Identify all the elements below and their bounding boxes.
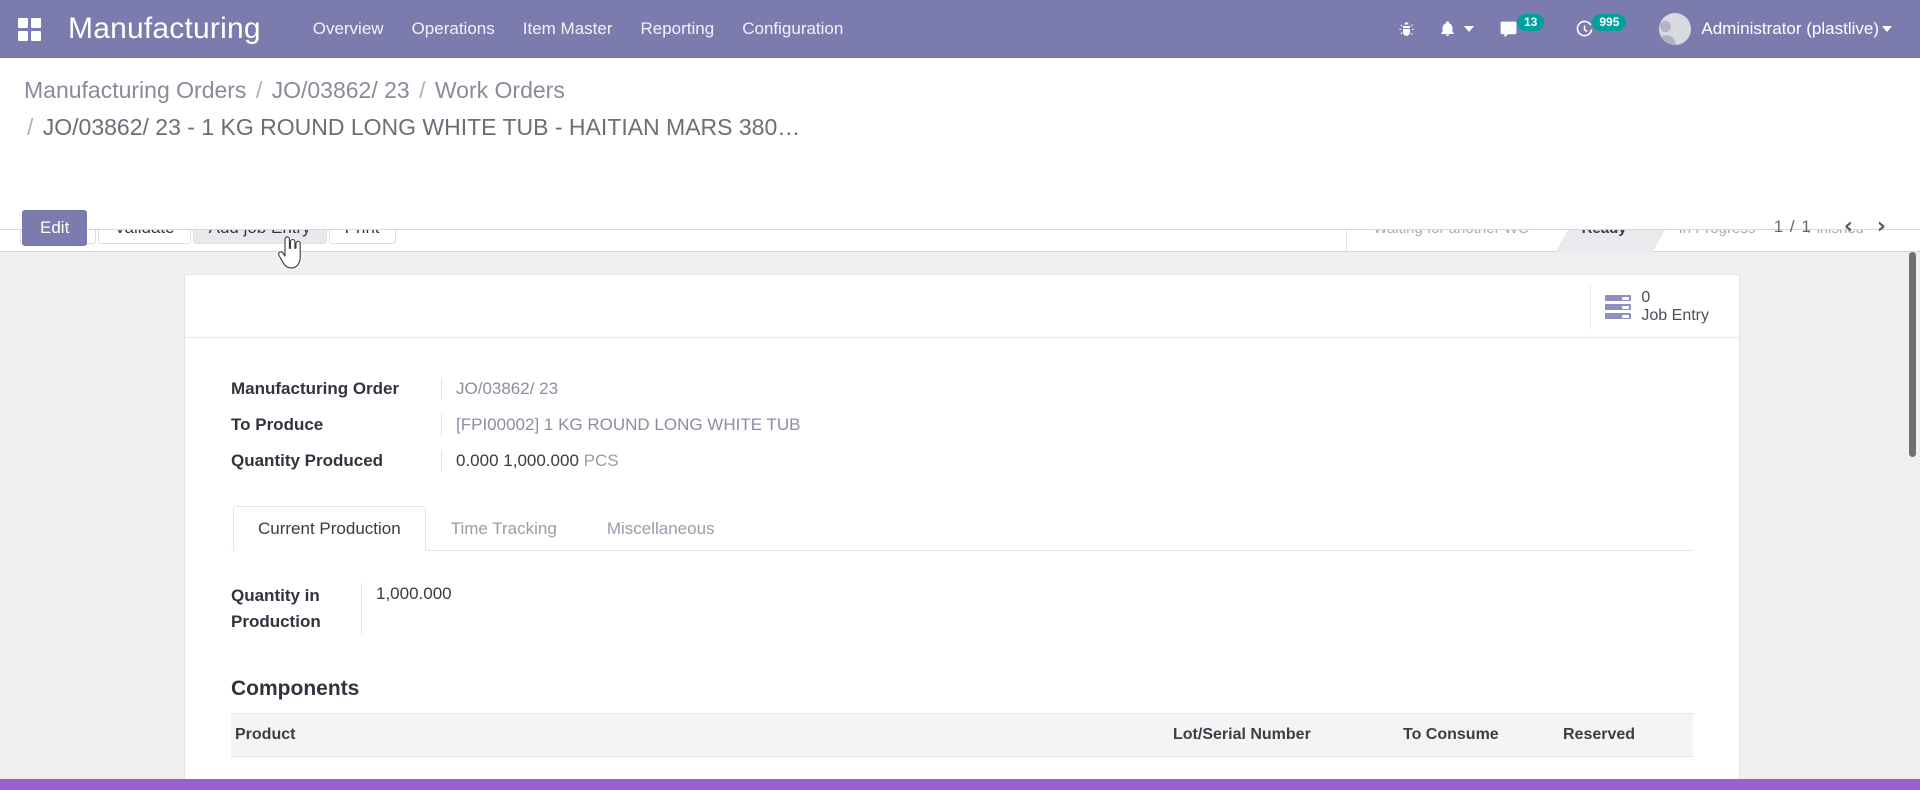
- pager-previous-icon[interactable]: ‹: [1834, 216, 1863, 238]
- activity-count-badge: 995: [1592, 13, 1627, 31]
- messaging-icon[interactable]: 13: [1486, 13, 1563, 45]
- messaging-count-badge: 13: [1517, 13, 1545, 31]
- column-header-lot-serial-number[interactable]: Lot/Serial Number: [1163, 713, 1393, 757]
- smart-button-box: 0 Job Entry: [185, 275, 1739, 338]
- field-manufacturing-order: Manufacturing Order JO/03862/ 23: [231, 378, 1693, 400]
- bell-icon[interactable]: [1427, 14, 1486, 44]
- quantity-produced-total: 1,000.000: [503, 451, 579, 470]
- edit-button[interactable]: Edit: [22, 210, 88, 246]
- app-title[interactable]: Manufacturing: [58, 12, 299, 46]
- menu-item-item-master[interactable]: Item Master: [509, 11, 627, 47]
- column-header-reserved[interactable]: Reserved: [1553, 713, 1693, 757]
- bottom-accent-strip: [0, 779, 1920, 790]
- menu-item-operations[interactable]: Operations: [398, 11, 509, 47]
- field-to-produce: To Produce [FPI00002] 1 KG ROUND LONG WH…: [231, 414, 1693, 436]
- field-value-quantity-in-production[interactable]: 1,000.000: [361, 583, 452, 635]
- navbar-right-tools: 13 995 Administrator (plastlive): [1386, 9, 1920, 49]
- field-quantity-produced: Quantity Produced 0.000 1,000.000 PCS: [231, 450, 1693, 472]
- menu-item-reporting[interactable]: Reporting: [627, 11, 729, 47]
- components-title: Components: [231, 677, 360, 700]
- form-sheet: 0 Job Entry Manufacturing Order JO/03862…: [184, 274, 1740, 779]
- page-title: JO/03862/ 23 - 1 KG ROUND LONG WHITE TUB…: [42, 114, 801, 140]
- user-menu[interactable]: Administrator (plastlive): [1645, 9, 1898, 49]
- job-entry-count: 0: [1641, 288, 1651, 306]
- content-area: 0 Job Entry Manufacturing Order JO/03862…: [0, 252, 1920, 779]
- tab-time-tracking[interactable]: Time Tracking: [426, 506, 582, 551]
- activity-clock-icon[interactable]: 995: [1563, 13, 1645, 45]
- pager-counter: 1 / 1: [1773, 217, 1812, 236]
- chevron-down-icon: [1882, 26, 1892, 32]
- column-header-to-consume[interactable]: To Consume: [1393, 713, 1553, 757]
- breadcrumb-item-order[interactable]: JO/03862/ 23: [272, 77, 410, 103]
- column-header-product[interactable]: Product: [231, 713, 1163, 757]
- bug-icon[interactable]: [1386, 15, 1427, 44]
- breadcrumb-separator: /: [419, 77, 426, 103]
- menu-item-configuration[interactable]: Configuration: [728, 11, 857, 47]
- quantity-produced-done: 0.000: [456, 451, 499, 470]
- field-value-manufacturing-order[interactable]: JO/03862/ 23: [441, 378, 558, 400]
- tab-miscellaneous[interactable]: Miscellaneous: [582, 506, 740, 551]
- vertical-scrollbar-thumb[interactable]: [1909, 252, 1916, 457]
- job-entry-smart-button[interactable]: 0 Job Entry: [1590, 285, 1717, 329]
- chevron-down-icon: [1464, 26, 1474, 32]
- breadcrumb-item-work-orders[interactable]: Work Orders: [435, 77, 565, 103]
- field-label-quantity-produced: Quantity Produced: [231, 451, 384, 470]
- control-panel: Manufacturing Orders / JO/03862/ 23 / Wo…: [0, 58, 1920, 246]
- components-table-header-row: Product Lot/Serial Number To Consume Res…: [231, 713, 1693, 757]
- field-label-to-produce: To Produce: [231, 415, 324, 434]
- tab-panel-current-production: Quantity in Production 1,000.000 Compone…: [231, 551, 1693, 757]
- vertical-scrollbar[interactable]: [1908, 252, 1917, 779]
- user-name: Administrator (plastlive): [1701, 19, 1879, 38]
- quantity-produced-uom: PCS: [583, 451, 619, 470]
- breadcrumb-separator: /: [255, 77, 263, 103]
- field-label-manufacturing-order: Manufacturing Order: [231, 379, 400, 398]
- job-entry-label: Job Entry: [1641, 307, 1709, 324]
- components-table: Product Lot/Serial Number To Consume Res…: [231, 713, 1693, 757]
- tab-current-production[interactable]: Current Production: [233, 506, 426, 551]
- breadcrumb: Manufacturing Orders / JO/03862/ 23 / Wo…: [0, 58, 1920, 146]
- field-quantity-in-production: Quantity in Production 1,000.000: [231, 583, 1693, 635]
- apps-grid-icon[interactable]: [0, 0, 58, 58]
- avatar: [1659, 13, 1692, 45]
- field-value-to-produce[interactable]: [FPI00002] 1 KG ROUND LONG WHITE TUB: [441, 414, 801, 436]
- field-label-quantity-in-production: Quantity in Production: [231, 586, 321, 631]
- breadcrumb-separator: /: [27, 114, 34, 140]
- main-menu: Overview Operations Item Master Reportin…: [299, 11, 858, 47]
- menu-item-overview[interactable]: Overview: [299, 11, 398, 47]
- field-value-quantity-produced: 0.000 1,000.000 PCS: [441, 450, 619, 472]
- form-body: Manufacturing Order JO/03862/ 23 To Prod…: [185, 338, 1739, 777]
- list-icon: [1605, 295, 1632, 319]
- notebook-tabs: Current Production Time Tracking Miscell…: [231, 506, 1693, 551]
- control-panel-buttons: Edit: [22, 210, 88, 246]
- top-navbar: Manufacturing Overview Operations Item M…: [0, 0, 1920, 58]
- breadcrumb-item-manufacturing-orders[interactable]: Manufacturing Orders: [24, 77, 246, 103]
- pager-next-icon[interactable]: ›: [1867, 216, 1896, 238]
- pager: 1 / 1 ‹ ›: [1774, 216, 1896, 238]
